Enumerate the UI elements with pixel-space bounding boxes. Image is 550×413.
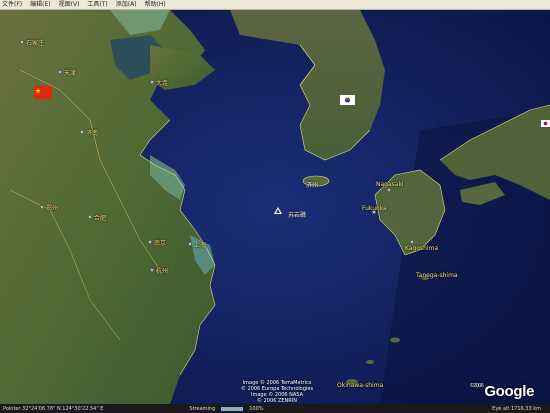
hefei-label[interactable]: 合肥 [94, 213, 106, 222]
imagery-copyright: Image © 2006 TerraMetrics © 2006 Europa … [232, 380, 322, 404]
reef-label[interactable]: 苏岩礁 [288, 210, 306, 219]
menu-add[interactable]: 添加(A) [116, 0, 137, 10]
google-earth-window: 文件(F) 编辑(E) 视图(V) 工具(T) 添加(A) 帮助(H) 苏岩礁 … [0, 0, 550, 413]
city-marker [20, 40, 24, 44]
menu-edit[interactable]: 编辑(E) [30, 0, 50, 10]
menu-bar: 文件(F) 编辑(E) 视图(V) 工具(T) 添加(A) 帮助(H) [0, 0, 550, 10]
shanghai-label[interactable]: 上海 [194, 240, 206, 249]
pointer-coordinates: Pointer 32°24'06.78" N 124°30'22.54" E [3, 405, 104, 412]
placemark-icon[interactable] [274, 207, 282, 214]
nagasaki-label[interactable]: Nagasaki [376, 181, 404, 188]
fukuoka-label[interactable]: Fukuoka [362, 205, 387, 212]
city-marker [387, 188, 391, 192]
logo-year: ©2006 [470, 383, 484, 389]
jinan-label[interactable]: 济南 [86, 128, 98, 137]
streaming-progress-fill [221, 406, 244, 411]
tianjin-label[interactable]: 天津 [64, 68, 76, 77]
jeju-label[interactable]: 济州 [306, 180, 318, 189]
okinawa-label[interactable]: Okinawa-shima [337, 382, 383, 389]
kagoshima-label[interactable]: Kagoshima [405, 245, 438, 252]
city-marker [410, 240, 414, 244]
nanjing-label[interactable]: 南京 [154, 238, 166, 247]
japan-flag-icon [541, 120, 550, 127]
city-marker [188, 242, 192, 246]
china-flag-icon [34, 86, 52, 99]
dalian-label[interactable]: 大连 [156, 78, 168, 87]
eye-altitude: Eye alt 1716.33 km [492, 405, 541, 412]
city-marker [88, 215, 92, 219]
hangzhou-label[interactable]: 杭州 [156, 266, 168, 275]
zhengzhou-label[interactable]: 郑州 [46, 203, 58, 212]
menu-help[interactable]: 帮助(H) [145, 0, 166, 10]
google-logo: ©2006Google [470, 383, 534, 400]
status-bar: Pointer 32°24'06.78" N 124°30'22.54" E S… [0, 404, 550, 413]
tanegashima-label[interactable]: Tanega-shima [416, 272, 458, 279]
map-viewport[interactable]: 苏岩礁 天津 大连 石家庄 济南 郑州 合肥 南京 上海 杭州 济州 Nagas… [0, 10, 550, 404]
city-marker [40, 205, 44, 209]
south-korea-flag-icon [340, 95, 355, 105]
menu-tools[interactable]: 工具(T) [87, 0, 107, 10]
menu-view[interactable]: 视图(V) [59, 0, 80, 10]
city-marker [150, 268, 154, 272]
streaming-label: Streaming [189, 405, 216, 412]
city-marker [148, 240, 152, 244]
city-marker [80, 130, 84, 134]
streaming-percent: 100% [249, 405, 264, 412]
menu-file[interactable]: 文件(F) [2, 0, 22, 10]
shijiazhuang-label[interactable]: 石家庄 [26, 38, 44, 47]
logo-text: Google [484, 383, 535, 400]
city-marker [58, 70, 62, 74]
streaming-progress-bar [221, 406, 244, 411]
city-marker [150, 80, 154, 84]
